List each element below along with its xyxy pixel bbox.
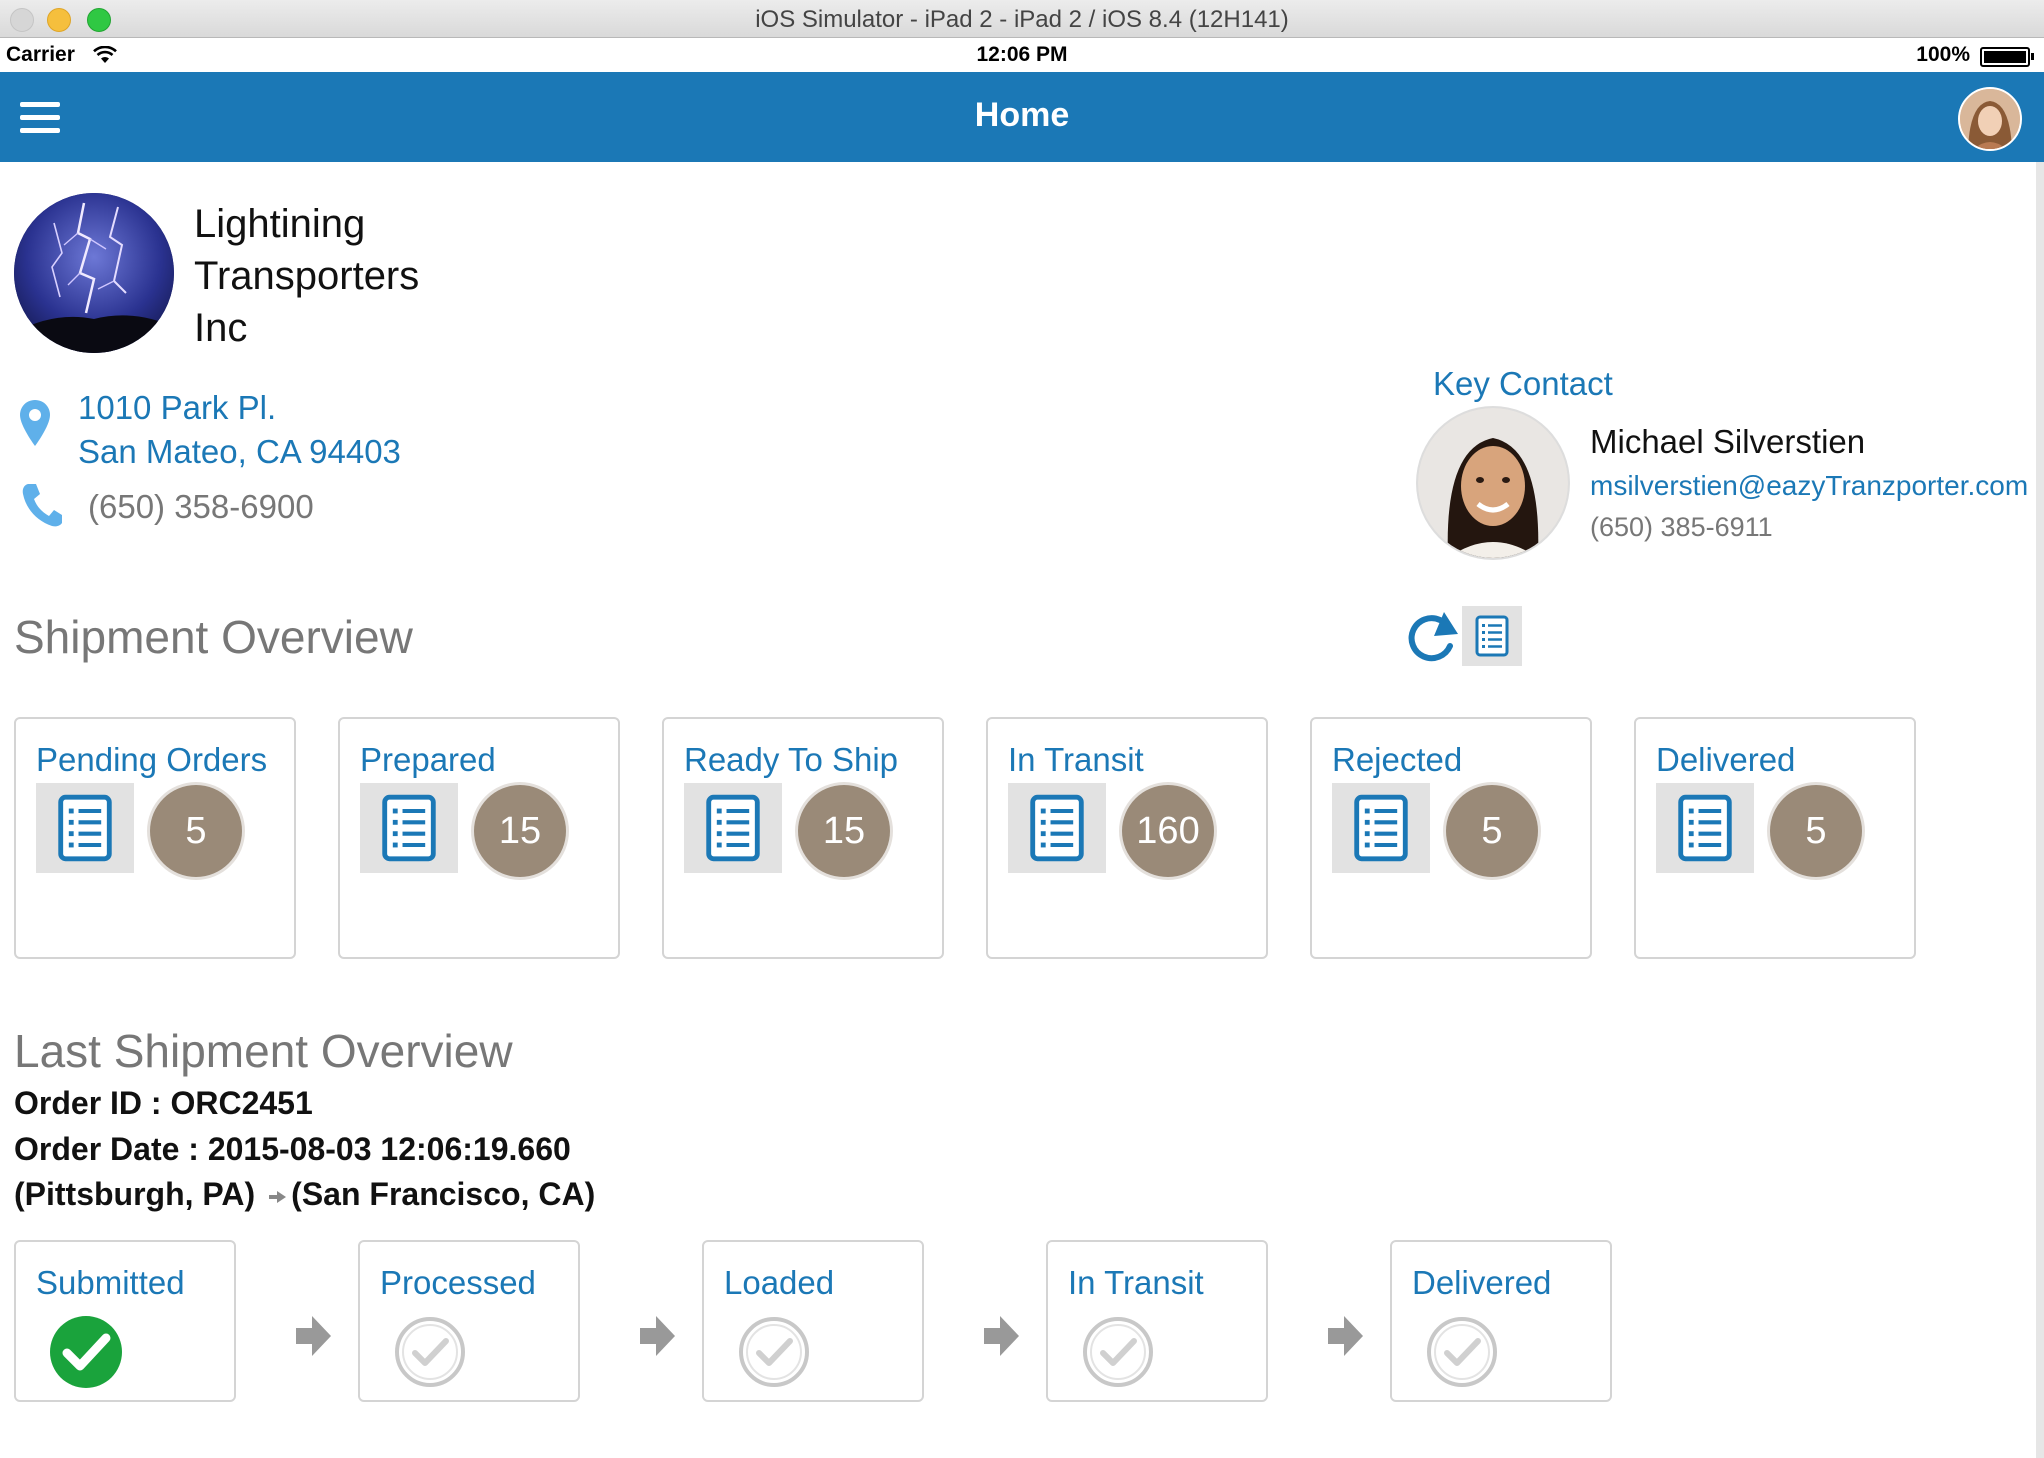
step-label: Processed bbox=[380, 1264, 536, 1301]
card-list-button[interactable] bbox=[684, 783, 782, 873]
check-pending-icon bbox=[1427, 1317, 1497, 1387]
status-bar: Carrier 12:06 PM 100% bbox=[0, 38, 2044, 72]
step-arrow-icon bbox=[1328, 1316, 1363, 1356]
list-icon bbox=[706, 794, 760, 862]
step-arrow-icon bbox=[640, 1316, 675, 1356]
progress-step-submitted[interactable]: Submitted bbox=[14, 1240, 236, 1402]
key-contact-phone[interactable]: (650) 385-6911 bbox=[1590, 512, 1773, 543]
step-label: In Transit bbox=[1068, 1264, 1204, 1301]
list-icon bbox=[1678, 794, 1732, 862]
card-label: Pending Orders bbox=[36, 741, 268, 778]
card-list-button[interactable] bbox=[36, 783, 134, 873]
key-contact-name: Michael Silverstien bbox=[1590, 423, 1866, 460]
order-route: (Pittsburgh, PA) (San Francisco, CA) bbox=[14, 1176, 595, 1213]
user-avatar[interactable] bbox=[1958, 87, 2022, 151]
check-complete-icon bbox=[50, 1316, 122, 1388]
card-list-button[interactable] bbox=[1008, 783, 1106, 873]
card-label: Delivered bbox=[1656, 741, 1796, 778]
last-shipment-title: Last Shipment Overview bbox=[14, 1025, 513, 1077]
status-card-pending-orders[interactable]: Pending Orders 5 bbox=[14, 717, 296, 959]
page-title: Home bbox=[974, 96, 1070, 134]
progress-step-loaded[interactable]: Loaded bbox=[702, 1240, 924, 1402]
list-icon bbox=[1354, 794, 1408, 862]
route-arrow-icon bbox=[269, 1190, 287, 1203]
count-badge: 15 bbox=[798, 785, 890, 877]
key-contact-email[interactable]: msilverstien@eazyTranzporter.com bbox=[1590, 470, 2028, 502]
order-id: Order ID : ORC2451 bbox=[14, 1085, 313, 1121]
order-date: Order Date : 2015-08-03 12:06:19.660 bbox=[14, 1131, 571, 1167]
card-label: Ready To Ship bbox=[684, 741, 899, 778]
step-label: Delivered bbox=[1412, 1264, 1552, 1301]
step-arrow-icon bbox=[984, 1316, 1019, 1356]
status-card-in-transit[interactable]: In Transit 160 bbox=[986, 717, 1268, 959]
company-name: Lightining Transporters Inc bbox=[194, 198, 419, 354]
status-card-prepared[interactable]: Prepared 15 bbox=[338, 717, 620, 959]
check-pending-icon bbox=[739, 1317, 809, 1387]
card-label: Rejected bbox=[1332, 741, 1463, 778]
count-badge: 5 bbox=[150, 785, 242, 877]
company-name-line: Transporters bbox=[194, 254, 420, 298]
company-logo bbox=[14, 193, 174, 353]
check-pending-icon bbox=[1083, 1317, 1153, 1387]
status-card-delivered[interactable]: Delivered 5 bbox=[1634, 717, 1916, 959]
progress-step-processed[interactable]: Processed bbox=[358, 1240, 580, 1402]
card-list-button[interactable] bbox=[360, 783, 458, 873]
list-view-button[interactable] bbox=[1462, 606, 1522, 666]
company-name-line: Inc bbox=[194, 306, 248, 350]
scrollbar-track[interactable] bbox=[2036, 162, 2044, 1458]
company-name-line: Lightining bbox=[194, 202, 366, 246]
count-badge: 5 bbox=[1770, 785, 1862, 877]
window-title: iOS Simulator - iPad 2 - iPad 2 / iOS 8.… bbox=[755, 6, 1289, 33]
company-address[interactable]: 1010 Park Pl. San Mateo, CA 94403 bbox=[78, 386, 401, 474]
list-icon bbox=[1475, 615, 1509, 657]
key-contact-photo bbox=[1418, 408, 1568, 558]
card-list-button[interactable] bbox=[1656, 783, 1754, 873]
count-badge: 15 bbox=[474, 785, 566, 877]
route-destination: (San Francisco, CA) bbox=[291, 1176, 596, 1212]
count-badge: 5 bbox=[1446, 785, 1538, 877]
nav-bar: Home bbox=[0, 72, 2044, 162]
status-card-rejected[interactable]: Rejected 5 bbox=[1310, 717, 1592, 959]
status-card-ready-to-ship[interactable]: Ready To Ship 15 bbox=[662, 717, 944, 959]
list-icon bbox=[58, 794, 112, 862]
shipment-overview-title: Shipment Overview bbox=[14, 611, 413, 663]
check-pending-icon bbox=[395, 1317, 465, 1387]
address-line[interactable]: 1010 Park Pl. bbox=[78, 386, 401, 430]
list-icon bbox=[382, 794, 436, 862]
location-pin-icon bbox=[20, 400, 50, 446]
simulator-window: iOS Simulator - iPad 2 - iPad 2 / iOS 8.… bbox=[0, 0, 2044, 1458]
card-list-button[interactable] bbox=[1332, 783, 1430, 873]
list-icon bbox=[1030, 794, 1084, 862]
company-phone[interactable]: (650) 358-6900 bbox=[88, 488, 314, 526]
step-label: Loaded bbox=[724, 1264, 835, 1301]
card-label: In Transit bbox=[1008, 741, 1144, 778]
step-arrow-icon bbox=[296, 1316, 331, 1356]
battery-icon bbox=[1980, 47, 2034, 67]
count-badge: 160 bbox=[1122, 785, 1214, 877]
route-origin: (Pittsburgh, PA) bbox=[14, 1176, 256, 1212]
phone-icon bbox=[22, 484, 62, 527]
status-time: 12:06 PM bbox=[976, 43, 1068, 66]
window-titlebar: iOS Simulator - iPad 2 - iPad 2 / iOS 8.… bbox=[0, 0, 2044, 38]
key-contact-label: Key Contact bbox=[1433, 365, 1613, 402]
refresh-icon[interactable] bbox=[1400, 606, 1462, 666]
progress-step-delivered[interactable]: Delivered bbox=[1390, 1240, 1612, 1402]
battery-percent: 100% bbox=[1916, 43, 1970, 66]
address-line[interactable]: San Mateo, CA 94403 bbox=[78, 430, 401, 474]
step-label: Submitted bbox=[36, 1264, 185, 1301]
card-label: Prepared bbox=[360, 741, 496, 778]
progress-step-in-transit[interactable]: In Transit bbox=[1046, 1240, 1268, 1402]
